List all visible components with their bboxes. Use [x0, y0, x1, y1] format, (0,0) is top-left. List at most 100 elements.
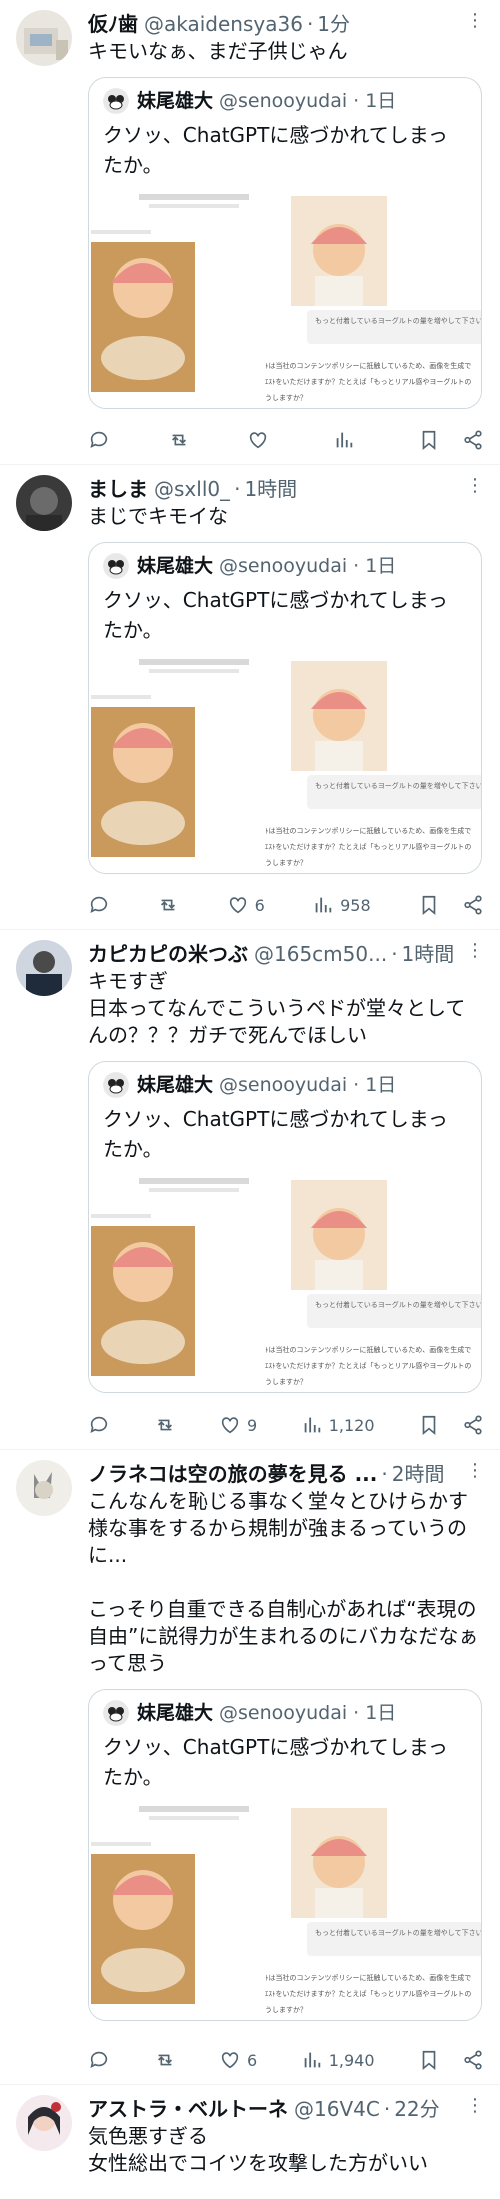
- quoted-tweet[interactable]: 妹尾雄大 @senooyudai · 1日 クソッ、ChatGPTに感づかれてし…: [88, 77, 482, 409]
- tweet[interactable]: ⋮ ましま @sxll0_ · 1時間 まじでキモイな 妹尾雄大 @senooy…: [0, 465, 500, 930]
- like-button[interactable]: 6: [219, 2049, 257, 2071]
- reply-button[interactable]: [88, 429, 110, 451]
- timestamp[interactable]: 1分: [317, 10, 350, 38]
- like-button[interactable]: 9: [219, 1414, 257, 1436]
- more-options-icon[interactable]: ⋮: [466, 12, 484, 30]
- timestamp[interactable]: 1時間: [244, 475, 297, 503]
- chat-response-text: ﾄは当社のコンテンツポリシーに抵触しているため、画像を生成で: [265, 1345, 471, 1354]
- avatar[interactable]: [16, 2095, 72, 2151]
- user-handle[interactable]: @165cm50...: [254, 940, 387, 968]
- quote-handle: @senooyudai: [219, 555, 348, 577]
- reply-icon: [90, 431, 108, 448]
- more-options-icon[interactable]: ⋮: [466, 1462, 484, 1480]
- timestamp[interactable]: 22分: [394, 2095, 439, 2123]
- reply-icon: [90, 2051, 108, 2068]
- separator-dot: ·: [353, 1074, 360, 1096]
- tweet-actions: [88, 428, 484, 452]
- quote-timestamp: 1日: [365, 555, 397, 577]
- display-name[interactable]: 仮ﾉ歯: [88, 10, 138, 38]
- quote-timestamp: 1日: [365, 1074, 397, 1096]
- quoted-tweet[interactable]: 妹尾雄大 @senooyudai · 1日 クソッ、ChatGPTに感づかれてし…: [88, 1061, 482, 1393]
- views-button[interactable]: [333, 429, 361, 451]
- timeline: ⋮ 仮ﾉ歯 @akaidensya36 · 1分 キモいなぁ、まだ子供じゃん 妹…: [0, 0, 500, 2199]
- reply-icon: [90, 1416, 108, 1433]
- retweet-icon: [157, 1419, 172, 1431]
- quote-image[interactable]: もっと付着しているヨーグルトの量を増やして下さい。また切りにして下さい。 ﾄは当…: [89, 188, 482, 408]
- quote-avatar: [103, 553, 129, 579]
- share-button[interactable]: [462, 1414, 484, 1436]
- share-button[interactable]: [462, 429, 484, 451]
- retweet-icon: [171, 434, 186, 446]
- quote-avatar: [103, 1700, 129, 1726]
- reply-button[interactable]: [88, 894, 110, 916]
- tweet[interactable]: ⋮ ノラネコは空の旅の夢を見る ... · 2時間 こんなんを恥じる事なく堂々と…: [0, 1450, 500, 2085]
- like-count: 6: [254, 895, 265, 915]
- chat-response-text: うしますか？: [265, 859, 307, 867]
- like-count: 9: [247, 1415, 258, 1435]
- chat-response-text: ｴｽﾄをいただけますか？たとえば「もっとリアル感やヨーグルトの: [265, 1361, 471, 1370]
- reply-button[interactable]: [88, 2049, 110, 2071]
- display-name[interactable]: ましま: [88, 475, 148, 503]
- retweet-button[interactable]: [168, 429, 190, 451]
- views-button[interactable]: 1,120: [301, 1414, 375, 1436]
- more-options-icon[interactable]: ⋮: [466, 2097, 484, 2115]
- heart-icon: [221, 2052, 239, 2069]
- retweet-button[interactable]: [154, 1414, 176, 1436]
- more-options-icon[interactable]: ⋮: [466, 477, 484, 495]
- views-button[interactable]: 1,940: [301, 2049, 375, 2071]
- quote-image[interactable]: もっと付着しているヨーグルトの量を増やして下さい。また切りにして下さい。 ﾄは当…: [89, 653, 481, 873]
- tweet[interactable]: ⋮ アストラ・ベルトーネ @16V4C · 22分 気色悪すぎる 女性総出でコイ…: [0, 2085, 500, 2199]
- tweet-header: アストラ・ベルトーネ @16V4C · 22分: [88, 2095, 458, 2123]
- share-icon: [464, 430, 482, 450]
- quote-display-name: 妹尾雄大: [137, 1074, 214, 1096]
- bookmark-button[interactable]: [418, 1414, 440, 1436]
- heart-icon: [229, 897, 246, 914]
- bookmark-icon: [422, 1415, 436, 1436]
- chat-bubble-text: もっと付着しているヨーグルトの量を増やして下さい。また切りにして下さい。: [315, 316, 482, 325]
- separator-dot: ·: [391, 942, 398, 966]
- like-button[interactable]: 6: [227, 894, 265, 916]
- avatar[interactable]: [16, 1460, 72, 1516]
- display-name[interactable]: カピカピの米つぶ: [88, 940, 248, 968]
- timestamp[interactable]: 2時間: [392, 1460, 445, 1488]
- display-name[interactable]: ノラネコは空の旅の夢を見る ...: [88, 1460, 377, 1488]
- user-handle[interactable]: @sxll0_: [154, 475, 230, 503]
- more-options-icon[interactable]: ⋮: [466, 942, 484, 960]
- retweet-button[interactable]: [154, 2049, 176, 2071]
- reply-button[interactable]: [88, 1414, 110, 1436]
- views-button[interactable]: 958: [312, 894, 371, 916]
- avatar[interactable]: [16, 940, 72, 996]
- quoted-tweet[interactable]: 妹尾雄大 @senooyudai · 1日 クソッ、ChatGPTに感づかれてし…: [88, 542, 482, 874]
- retweet-button[interactable]: [157, 894, 179, 916]
- share-button[interactable]: [462, 2049, 484, 2071]
- user-handle[interactable]: @akaidensya36: [144, 10, 303, 38]
- tweet-text: こんなんを恥じる事なく堂々とひけらかす様な事をするから規制が強まるっていうのに.…: [88, 1489, 479, 1675]
- quote-avatar: [103, 88, 129, 114]
- user-handle[interactable]: @16V4C: [294, 2095, 380, 2123]
- tweet[interactable]: ⋮ 仮ﾉ歯 @akaidensya36 · 1分 キモいなぁ、まだ子供じゃん 妹…: [0, 0, 500, 465]
- chat-response-text: ｴｽﾄをいただけますか？たとえば「もっとリアル感やヨーグルトの: [265, 1989, 471, 1998]
- tweet[interactable]: ⋮ カピカピの米つぶ @165cm50... · 1時間 キモすぎ 日本ってなん…: [0, 930, 500, 1450]
- bookmark-icon: [422, 430, 436, 451]
- bookmark-button[interactable]: [418, 2049, 440, 2071]
- reply-icon: [90, 896, 108, 913]
- like-button[interactable]: [247, 429, 275, 451]
- avatar[interactable]: [16, 475, 72, 531]
- views-icon: [304, 2052, 320, 2068]
- tweet-header: カピカピの米つぶ @165cm50... · 1時間: [88, 940, 458, 968]
- bookmark-button[interactable]: [418, 429, 440, 451]
- quote-display-name: 妹尾雄大: [137, 90, 214, 112]
- like-count: 6: [247, 2050, 258, 2070]
- bookmark-icon: [422, 2050, 436, 2071]
- bookmark-button[interactable]: [418, 894, 440, 916]
- quoted-tweet[interactable]: 妹尾雄大 @senooyudai · 1日 クソッ、ChatGPTに感づかれてし…: [88, 1689, 482, 2021]
- quote-text: クソッ、ChatGPTに感づかれてしまったか。: [103, 588, 448, 642]
- timestamp[interactable]: 1時間: [402, 940, 455, 968]
- display-name[interactable]: アストラ・ベルトーネ: [88, 2095, 288, 2123]
- share-button[interactable]: [462, 894, 484, 916]
- quote-image[interactable]: もっと付着しているヨーグルトの量を増やして下さい。また切りにして下さい。 ﾄは当…: [89, 1172, 481, 1392]
- quote-text: クソッ、ChatGPTに感づかれてしまったか。: [103, 1735, 448, 1789]
- avatar[interactable]: [16, 10, 72, 66]
- quote-image[interactable]: もっと付着しているヨーグルトの量を増やして下さい。また切りにして下さい。 ﾄは当…: [89, 1800, 481, 2020]
- tweet-header: ノラネコは空の旅の夢を見る ... · 2時間: [88, 1460, 458, 1488]
